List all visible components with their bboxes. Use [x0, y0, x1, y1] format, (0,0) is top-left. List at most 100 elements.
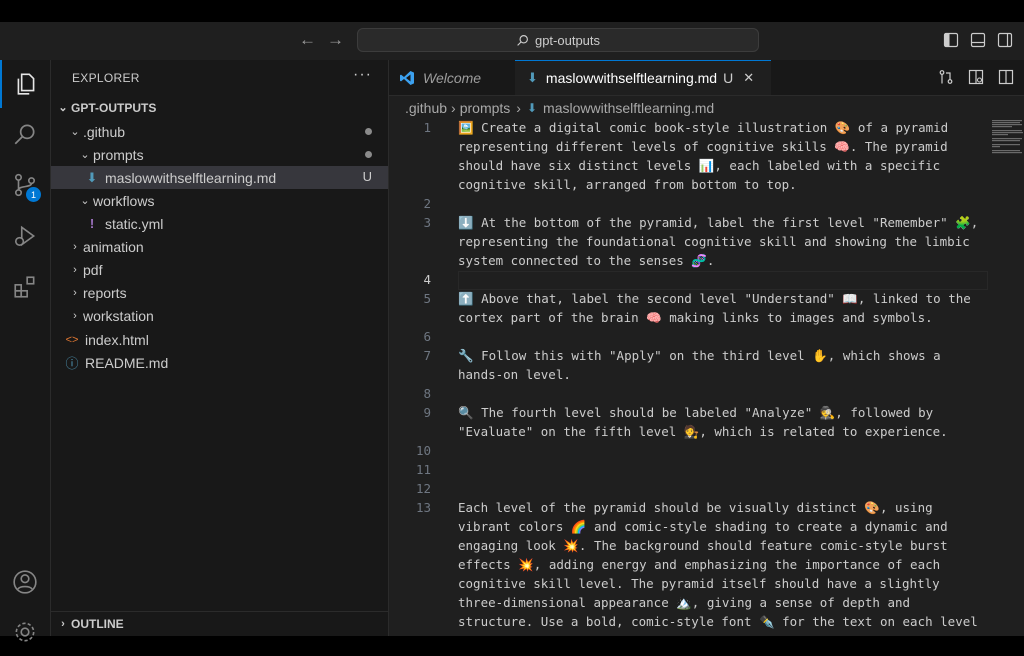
tree-item-maslow-md[interactable]: ⬇ maslowwithselftlearning.md U	[51, 166, 388, 189]
accounts-activity[interactable]	[0, 558, 50, 606]
breadcrumb: .github › prompts › ⬇ maslowwithselftlea…	[389, 96, 1024, 120]
back-arrow-icon[interactable]: ←	[299, 30, 316, 50]
code-line: ⬆️ Above that, label the second level "U…	[458, 291, 971, 306]
source-control-activity[interactable]: 1	[0, 161, 50, 209]
markdown-file-icon: ⬇	[526, 101, 538, 115]
code-line: 🔍 The fourth level should be labeled "An…	[458, 405, 934, 420]
chevron-right-icon: ›	[61, 618, 65, 630]
tree-item-label: pdf	[83, 261, 103, 278]
line-number: 5	[423, 291, 431, 306]
info-icon: ⓘ	[65, 356, 79, 371]
tree-item-label: maslowwithselftlearning.md	[105, 169, 277, 186]
outline-label: OUTLINE	[71, 617, 124, 631]
workspace-root[interactable]: ⌄ GPT-OUTPUTS	[51, 96, 388, 119]
breadcrumb-separator-icon: ›	[451, 100, 456, 116]
current-line-highlight	[458, 271, 988, 290]
tree-item-label: static.yml	[105, 215, 164, 232]
outline-section[interactable]: › OUTLINE	[51, 611, 388, 636]
tab-label: Welcome	[423, 69, 482, 86]
tab-welcome[interactable]: Welcome	[389, 60, 514, 95]
open-preview-icon[interactable]	[968, 69, 984, 85]
account-icon	[13, 570, 37, 594]
chevron-down-icon: ⌄	[80, 149, 90, 161]
tree-item-index-html[interactable]: <> index.html	[51, 328, 388, 351]
code-line: 🖼️ Create a digital comic book-style ill…	[458, 120, 949, 135]
chevron-right-icon: ›	[73, 240, 77, 253]
explorer-activity[interactable]	[0, 60, 50, 108]
breadcrumb-separator-icon: ›	[516, 100, 521, 116]
chevron-right-icon: ›	[73, 286, 77, 299]
tab-maslow-md[interactable]: ⬇ maslowwithselftlearning.md U ✕	[515, 60, 771, 95]
tree-item-pdf[interactable]: › pdf	[51, 258, 388, 281]
line-number: 9	[423, 405, 431, 420]
untracked-badge: U	[362, 169, 372, 184]
markdown-file-icon: ⬇	[527, 70, 538, 85]
breadcrumb-prompts[interactable]: prompts	[460, 100, 511, 116]
chevron-down-icon: ⌄	[80, 195, 90, 207]
tree-item-label: workstation	[83, 307, 154, 324]
toggle-primary-sidebar-icon[interactable]	[943, 32, 959, 48]
line-number: 10	[415, 443, 431, 458]
code-line: "Evaluate" on the fifth level 🧑‍⚖️, whic…	[458, 424, 948, 439]
toggle-panel-icon[interactable]	[970, 32, 986, 48]
tree-item-label: .github	[83, 123, 126, 140]
chevron-down-icon: ⌄	[58, 102, 68, 114]
run-debug-icon	[14, 225, 36, 247]
chevron-down-icon: ⌄	[70, 126, 80, 138]
close-icon[interactable]: ✕	[743, 70, 754, 86]
code-line: cognitive skill, arranged from bottom to…	[458, 177, 797, 192]
run-debug-activity[interactable]	[0, 212, 50, 260]
editor-tabs: Welcome ⬇ maslowwithselftlearning.md U ✕	[389, 60, 1024, 96]
manage-activity[interactable]	[0, 608, 50, 656]
scm-count-badge: 1	[26, 187, 41, 202]
extensions-icon	[14, 276, 35, 298]
code-editor[interactable]: 1 🖼️ Create a digital comic book-style il…	[389, 120, 1024, 636]
editor-actions	[938, 69, 1014, 85]
gear-icon	[15, 622, 35, 642]
tree-item-static-yml[interactable]: ! static.yml	[51, 212, 388, 235]
tree-item-workflows[interactable]: ⌄ workflows	[51, 189, 388, 212]
tree-item-github[interactable]: ⌄ .github	[51, 120, 388, 143]
tree-item-animation[interactable]: › animation	[51, 235, 388, 258]
line-number: 11	[415, 462, 431, 477]
code-line: structure. Use a bold, comic-style font …	[458, 614, 978, 629]
forward-arrow-icon[interactable]: →	[327, 30, 344, 50]
tree-item-label: animation	[83, 238, 144, 255]
split-editor-icon[interactable]	[998, 69, 1014, 85]
code-line: hands-on level.	[458, 367, 571, 382]
chevron-right-icon: ›	[73, 263, 77, 276]
breadcrumb-github[interactable]: .github	[405, 100, 447, 116]
code-line: representing the foundational cognitive …	[458, 234, 970, 249]
breadcrumb-file[interactable]: maslowwithselftlearning.md	[543, 100, 714, 116]
tab-label: maslowwithselftlearning.md	[545, 70, 718, 86]
files-icon	[17, 73, 35, 95]
extensions-activity[interactable]	[0, 263, 50, 311]
toggle-secondary-sidebar-icon[interactable]	[997, 32, 1013, 48]
tree-item-label: prompts	[93, 146, 144, 163]
line-number: 2	[423, 196, 431, 211]
tree-item-reports[interactable]: › reports	[51, 281, 388, 304]
code-line: vibrant colors 🌈 and comic-style shading…	[458, 519, 948, 534]
tree-item-prompts[interactable]: ⌄ prompts	[51, 143, 388, 166]
code-line: Each level of the pyramid should be visu…	[458, 500, 933, 515]
code-line: representing different levels of cogniti…	[458, 139, 948, 154]
tree-item-label: index.html	[85, 331, 149, 348]
code-line: 🔧 Follow this with "Apply" on the third …	[458, 348, 941, 363]
open-changes-icon[interactable]	[938, 69, 954, 85]
tree-item-workstation[interactable]: › workstation	[51, 304, 388, 327]
window-top-bar	[0, 0, 1024, 22]
more-actions-icon[interactable]: ···	[353, 66, 372, 84]
vscode-logo-icon	[400, 70, 414, 85]
command-center-search[interactable]: gpt-outputs	[357, 28, 759, 52]
code-line: cortex part of the brain 🧠 making links …	[458, 310, 933, 325]
untracked-badge: U	[723, 70, 734, 86]
title-bar: ← → gpt-outputs	[0, 22, 1024, 60]
line-number: 4	[423, 272, 431, 287]
line-number: 13	[415, 500, 431, 515]
tree-item-readme[interactable]: ⓘ README.md	[51, 351, 388, 374]
code-line: effects 💥, adding energy and emphasizing…	[458, 557, 941, 572]
workspace-root-label: GPT-OUTPUTS	[71, 100, 157, 115]
line-number: 7	[423, 348, 431, 363]
search-activity[interactable]	[0, 110, 50, 158]
tree-item-label: README.md	[85, 354, 169, 371]
